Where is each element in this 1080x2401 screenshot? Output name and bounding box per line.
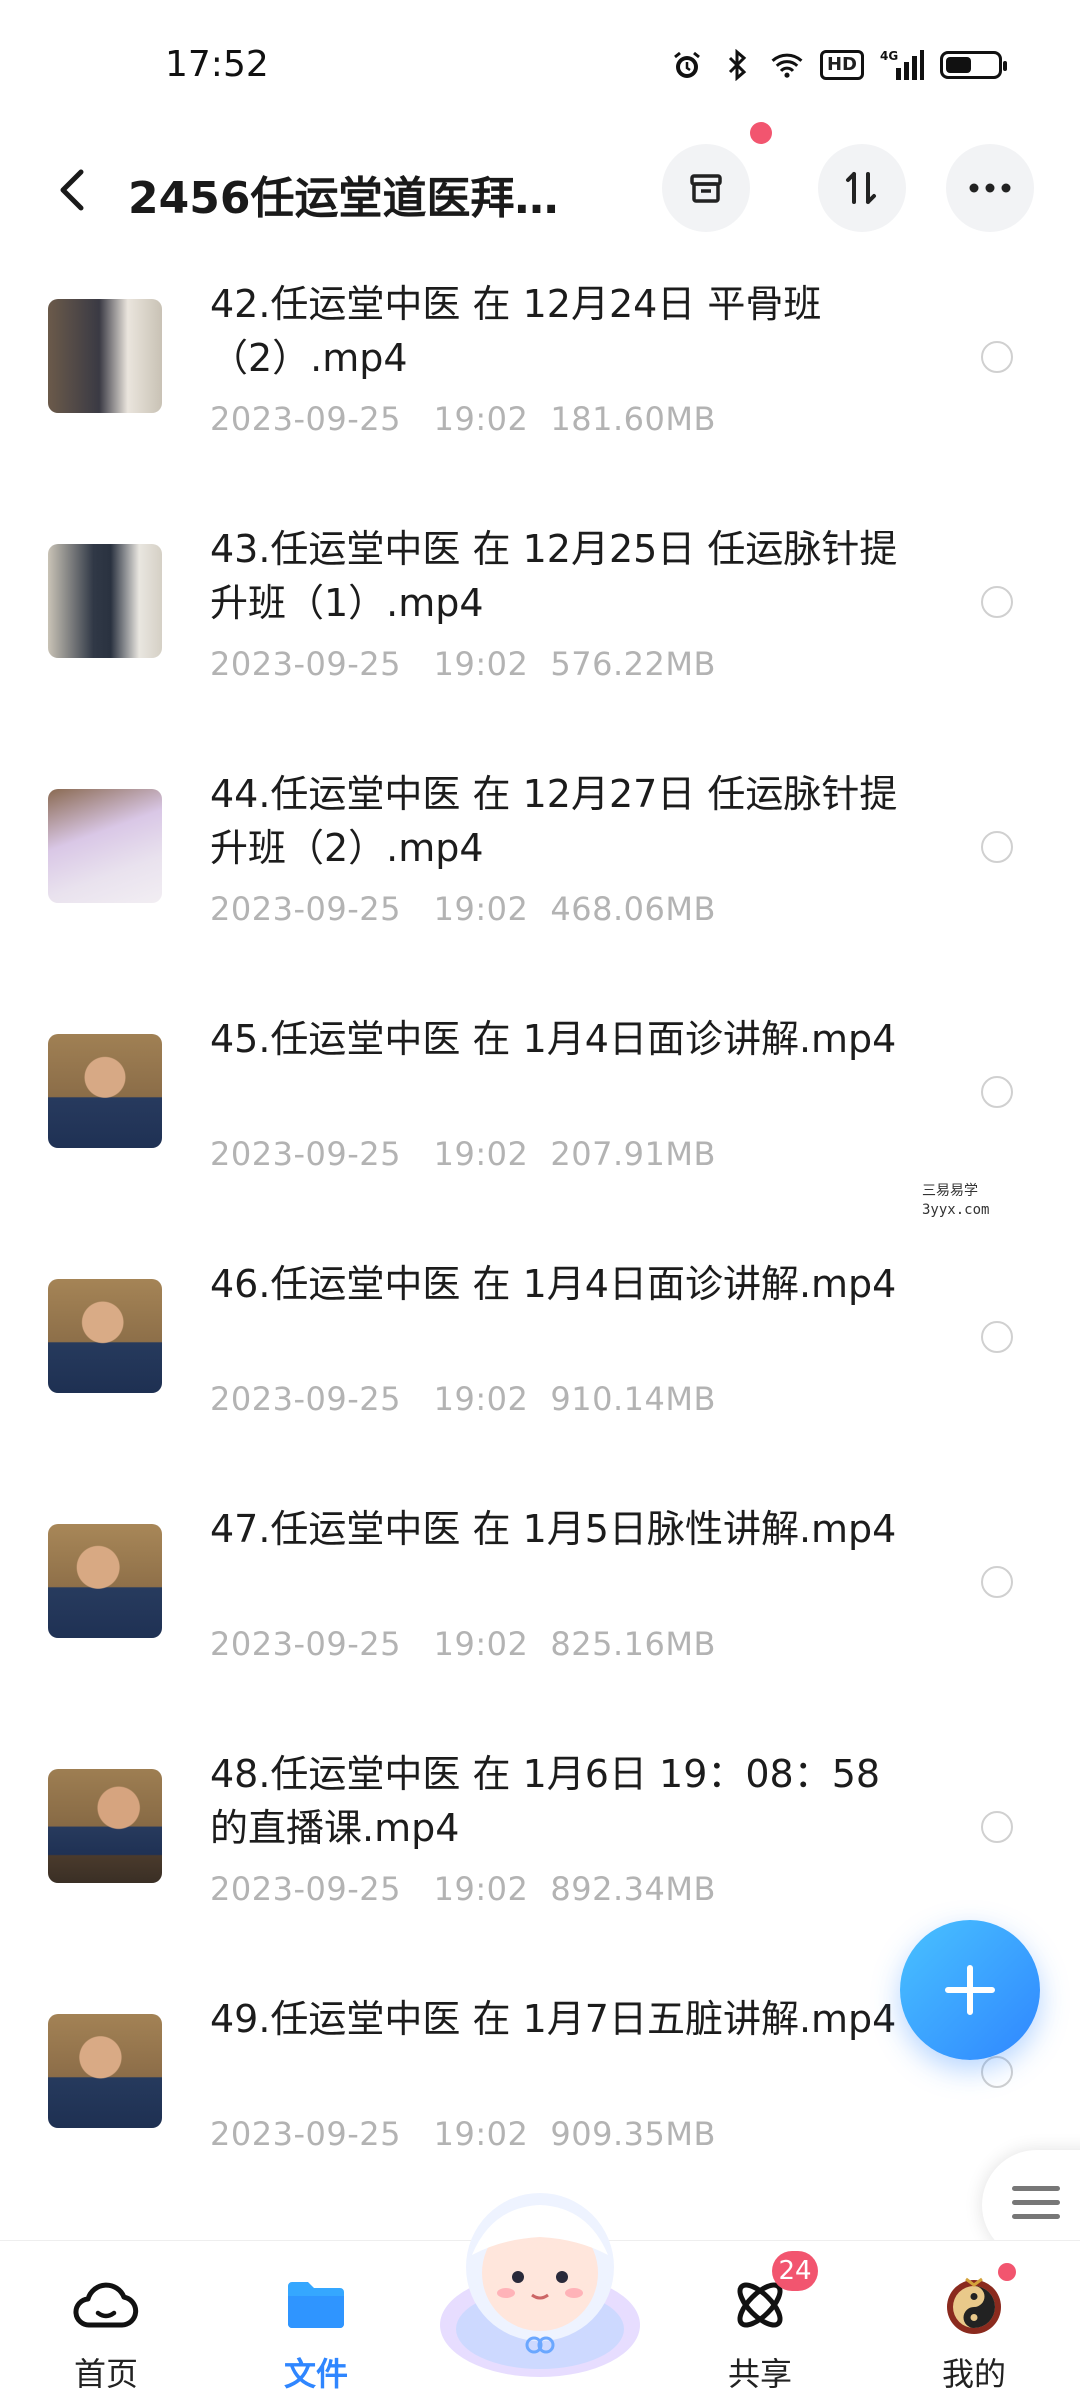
- page-title: 2456任运堂道医拜…: [128, 173, 559, 224]
- archive-icon: [690, 174, 722, 203]
- plus-icon: [945, 1965, 995, 2015]
- header: 2456任运堂道医拜…: [0, 122, 1080, 240]
- select-checkbox[interactable]: [981, 1076, 1013, 1108]
- add-button[interactable]: [900, 1920, 1040, 2060]
- file-meta: 2023-09-25 19:02 910.14MB: [210, 1380, 716, 1418]
- file-row[interactable]: 46.任运堂中医 在 1月4日面诊讲解.mp4 2023-09-25 19:02…: [0, 1225, 1080, 1470]
- file-name: 47.任运堂中医 在 1月5日脉性讲解.mp4: [210, 1507, 897, 1551]
- select-checkbox[interactable]: [981, 831, 1013, 863]
- folder-icon: [281, 2273, 351, 2337]
- back-button[interactable]: [44, 162, 100, 218]
- menu-lines-icon: [1012, 2186, 1060, 2228]
- watermark-url: 3yyx.com: [922, 1202, 990, 1218]
- video-thumbnail: [48, 1034, 162, 1148]
- file-name: 46.任运堂中医 在 1月4日面诊讲解.mp4: [210, 1262, 897, 1306]
- video-thumbnail: [48, 2014, 162, 2128]
- file-name: 48.任运堂中医 在 1月6日 19：08：58的直播课.mp4: [210, 1752, 881, 1850]
- video-thumbnail: [48, 544, 162, 658]
- notification-dot: [750, 122, 772, 144]
- cloud-home-icon: [71, 2273, 141, 2337]
- file-name: 42.任运堂中医 在 12月24日 平骨班（2）.mp4: [210, 282, 822, 380]
- nav-label: 我的: [941, 2355, 1006, 2393]
- chevron-left-icon: [60, 169, 84, 211]
- file-row[interactable]: 43.任运堂中医 在 12月25日 任运脉针提升班（1）.mp4 2023-09…: [0, 490, 1080, 735]
- file-row[interactable]: 44.任运堂中医 在 12月27日 任运脉针提升班（2）.mp4 2023-09…: [0, 735, 1080, 980]
- status-icons: HD 4G: [670, 48, 1007, 82]
- nav-share[interactable]: 24 共享: [680, 2241, 840, 2401]
- file-row[interactable]: 42.任运堂中医 在 12月24日 平骨班（2）.mp4 2023-09-25 …: [0, 245, 1080, 490]
- mascot-assistant-button[interactable]: [430, 2175, 650, 2385]
- watermark: 三易易学 3yyx.com: [822, 1178, 1072, 1228]
- battery-icon: [940, 51, 1007, 79]
- wifi-icon: [770, 48, 804, 82]
- nav-label: 共享: [727, 2355, 792, 2393]
- sort-button[interactable]: [818, 144, 906, 232]
- select-checkbox[interactable]: [981, 1566, 1013, 1598]
- watermark-text: 三易易学: [922, 1183, 978, 1199]
- file-row[interactable]: 48.任运堂中医 在 1月6日 19：08：58的直播课.mp4 2023-09…: [0, 1715, 1080, 1960]
- status-time: 17:52: [165, 44, 269, 85]
- archive-button[interactable]: [662, 144, 750, 232]
- file-meta: 2023-09-25 19:02 892.34MB: [210, 1870, 716, 1908]
- svg-text:4G: 4G: [880, 49, 898, 63]
- file-meta: 2023-09-25 19:02 181.60MB: [210, 400, 716, 438]
- select-checkbox[interactable]: [981, 2056, 1013, 2088]
- share-badge: 24: [772, 2251, 818, 2291]
- file-meta: 2023-09-25 19:02 207.91MB: [210, 1135, 716, 1173]
- signal-icon: 4G: [880, 48, 924, 82]
- file-name: 49.任运堂中医 在 1月7日五脏讲解.mp4: [210, 1997, 897, 2041]
- notification-dot: [998, 2263, 1016, 2281]
- mascot-icon: [440, 2193, 640, 2377]
- video-thumbnail: [48, 1279, 162, 1393]
- select-checkbox[interactable]: [981, 586, 1013, 618]
- video-thumbnail: [48, 1524, 162, 1638]
- select-checkbox[interactable]: [981, 1811, 1013, 1843]
- select-checkbox[interactable]: [981, 1321, 1013, 1353]
- bluetooth-icon: [720, 48, 754, 82]
- file-name: 45.任运堂中医 在 1月4日面诊讲解.mp4: [210, 1017, 897, 1061]
- more-icon: [969, 183, 1011, 193]
- file-name: 43.任运堂中医 在 12月25日 任运脉针提升班（1）.mp4: [210, 527, 898, 625]
- file-row[interactable]: 47.任运堂中医 在 1月5日脉性讲解.mp4 2023-09-25 19:02…: [0, 1470, 1080, 1715]
- video-thumbnail: [48, 789, 162, 903]
- more-button[interactable]: [946, 144, 1034, 232]
- file-meta: 2023-09-25 19:02 576.22MB: [210, 645, 716, 683]
- hd-indicator: HD: [819, 50, 864, 80]
- avatar-icon: [939, 2273, 1009, 2337]
- nav-label: 文件: [283, 2355, 348, 2393]
- select-checkbox[interactable]: [981, 341, 1013, 373]
- file-meta: 2023-09-25 19:02 468.06MB: [210, 890, 716, 928]
- nav-files[interactable]: 文件: [236, 2241, 396, 2401]
- alarm-icon: [670, 48, 704, 82]
- nav-me[interactable]: 我的: [894, 2241, 1054, 2401]
- status-bar: 17:52 HD 4G: [0, 0, 1080, 130]
- file-meta: 2023-09-25 19:02 909.35MB: [210, 2115, 716, 2153]
- sort-icon: [846, 172, 876, 204]
- nav-label: 首页: [73, 2355, 138, 2393]
- nav-home[interactable]: 首页: [26, 2241, 186, 2401]
- video-thumbnail: [48, 299, 162, 413]
- file-meta: 2023-09-25 19:02 825.16MB: [210, 1625, 716, 1663]
- file-name: 44.任运堂中医 在 12月27日 任运脉针提升班（2）.mp4: [210, 772, 898, 870]
- video-thumbnail: [48, 1769, 162, 1883]
